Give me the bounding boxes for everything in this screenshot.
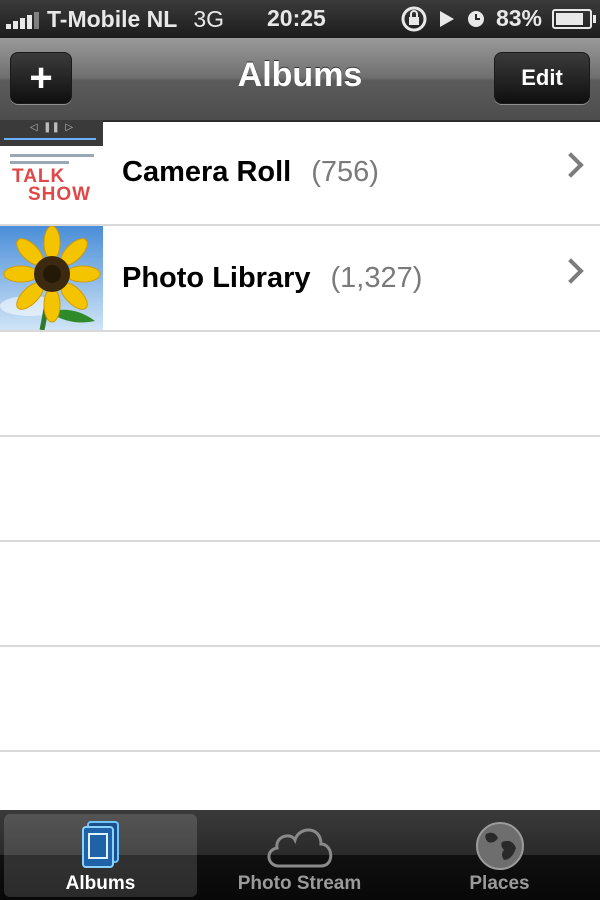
status-right: 83%	[400, 5, 596, 32]
tab-bar: Albums Photo Stream Places	[0, 810, 600, 900]
empty-row	[0, 647, 600, 752]
tab-label: Places	[469, 873, 530, 894]
tab-places[interactable]: Places	[403, 814, 596, 897]
carrier-name: T-Mobile NL	[47, 6, 178, 32]
tab-albums[interactable]: Albums	[4, 814, 197, 897]
status-left: T-Mobile NL 3G	[6, 6, 224, 33]
album-count: (1,327)	[330, 261, 423, 294]
network-type: 3G	[193, 6, 225, 32]
cloud-icon	[267, 828, 332, 868]
alarm-clock-icon	[467, 10, 484, 27]
status-bar: T-Mobile NL 3G 20:25 83%	[0, 0, 600, 38]
album-name: Photo Library	[122, 261, 311, 294]
battery-icon	[552, 8, 596, 29]
globe-icon	[475, 822, 524, 870]
albums-icon	[81, 821, 119, 868]
battery-percent: 83%	[495, 5, 542, 31]
navigation-bar: + Albums Edit	[0, 38, 600, 122]
empty-row	[0, 332, 600, 437]
thumbnail-text-2: SHOW	[28, 184, 92, 205]
tab-photo-stream[interactable]: Photo Stream	[203, 814, 396, 897]
album-name: Camera Roll	[122, 155, 292, 188]
rotation-lock-icon	[401, 6, 427, 31]
chevron-right-icon	[558, 152, 584, 178]
signal-icon	[6, 11, 39, 29]
album-list: ◁ ❚❚ ▷ TALK SHOW Camera Roll (756) Photo…	[0, 120, 600, 810]
edit-button[interactable]: Edit	[494, 52, 590, 104]
chevron-right-icon	[558, 258, 584, 284]
empty-row	[0, 542, 600, 647]
empty-row	[0, 437, 600, 542]
album-row-camera-roll[interactable]: ◁ ❚❚ ▷ TALK SHOW Camera Roll (756)	[0, 120, 600, 226]
camera-roll-thumbnail: ◁ ❚❚ ▷ TALK SHOW	[0, 120, 103, 224]
album-count: (756)	[311, 155, 379, 188]
battery-fill	[556, 12, 583, 25]
sunflower-image	[0, 226, 101, 330]
photo-library-thumbnail	[0, 226, 103, 330]
tab-label: Photo Stream	[237, 873, 362, 894]
thumbnail-player-controls: ◁ ❚❚ ▷	[0, 120, 103, 146]
tab-label: Albums	[65, 873, 136, 894]
status-time: 20:25	[267, 5, 326, 31]
album-row-photo-library[interactable]: Photo Library (1,327)	[0, 226, 600, 332]
play-icon	[439, 10, 454, 27]
